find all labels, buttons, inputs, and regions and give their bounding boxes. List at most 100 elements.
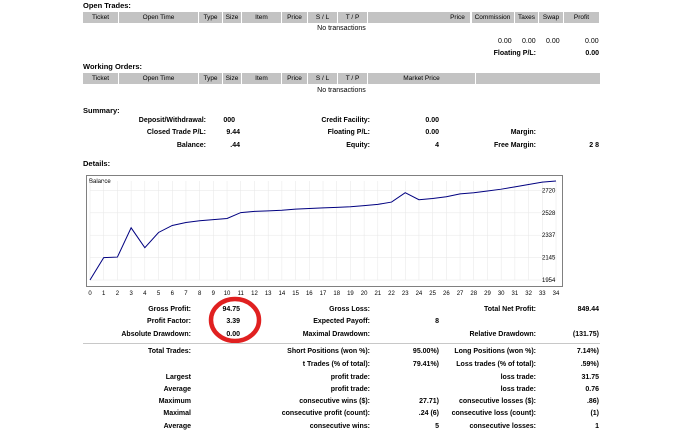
chart-frame — [86, 175, 563, 287]
col-price: Price — [282, 12, 308, 23]
y-tick-label: 1954 — [542, 278, 556, 284]
balance-chart: Balance 0 1 2 3 4 5 6 7 8 9 10 11 12 13 14 15 16 17 18 19 20… — [86, 175, 563, 297]
loss-trades-value: .59%) — [580, 361, 599, 368]
col-ticket: Ticket — [83, 12, 119, 23]
x-tick-label: 14 — [279, 291, 286, 297]
wo-col-market-price: Market Price — [368, 73, 476, 84]
credit-value: 0.00 — [425, 117, 439, 124]
x-tick-label: 4 — [143, 291, 147, 297]
equity-value: 4 — [435, 142, 439, 149]
max-cons-wins-label: consecutive wins ($): — [299, 398, 370, 405]
col-open-time: Open Time — [119, 12, 199, 23]
average-loss-label: loss trade: — [500, 386, 536, 393]
rel-drawdown-label: Relative Drawdown: — [469, 331, 536, 338]
x-tick-label: 13 — [265, 291, 272, 297]
open-trades-title: Open Trades: — [83, 1, 131, 10]
y-tick-label: 2528 — [542, 211, 556, 217]
profit-trades-label: t Trades (% of total): — [302, 361, 370, 368]
maximum-label: Maximum — [158, 398, 191, 405]
maximal-loss-value: (1) — [590, 410, 599, 417]
gross-loss-label: Gross Loss: — [329, 306, 370, 313]
gross-profit-label: Gross Profit: — [148, 306, 191, 313]
col-item: Item — [242, 12, 282, 23]
col-taxes: Taxes — [515, 12, 539, 23]
x-tick-label: 31 — [512, 291, 519, 297]
working-orders-title: Working Orders: — [83, 62, 143, 71]
col-profit: Profit — [564, 12, 600, 23]
x-tick-label: 16 — [306, 291, 313, 297]
largest-profit-label: profit trade: — [330, 374, 370, 381]
x-tick-label: 2 — [116, 291, 120, 297]
x-tick-label: 34 — [553, 291, 560, 297]
x-tick-label: 29 — [484, 291, 491, 297]
x-tick-label: 28 — [470, 291, 477, 297]
x-tick-label: 17 — [320, 291, 327, 297]
largest-loss-label: loss trade: — [500, 374, 536, 381]
col-size: Size — [223, 12, 242, 23]
col-swap: Swap — [539, 12, 564, 23]
balance-value: .44 — [230, 142, 240, 149]
x-tick-label: 3 — [129, 291, 133, 297]
x-tick-label: 33 — [539, 291, 546, 297]
col-type: Type — [199, 12, 223, 23]
maximal-profit-label: consecutive profit (count): — [281, 410, 370, 417]
maximal-label: Maximal — [163, 410, 191, 417]
stats-divider — [83, 343, 600, 344]
working-orders-header: Ticket Open Time Type Size Item Price S … — [83, 73, 600, 84]
open-trades-header: Ticket Open Time Type Size Item Price S … — [83, 12, 600, 23]
max-cons-losses-value: .86) — [586, 398, 599, 405]
profit-trades-value: 79.41%) — [412, 361, 439, 368]
x-tick-label: 6 — [171, 291, 175, 297]
largest-label: Largest — [165, 374, 191, 381]
profit-factor-value: 3.39 — [226, 318, 240, 325]
x-tick-label: 5 — [157, 291, 161, 297]
maximal-profit-value: .24 (6) — [418, 410, 439, 417]
balance-label: Balance: — [176, 142, 206, 149]
wo-col-price: Price — [282, 73, 308, 84]
max-cons-losses-label: consecutive losses ($): — [458, 398, 536, 405]
margin-label: Margin: — [510, 129, 536, 136]
loss-trades-label: Loss trades (% of total): — [456, 361, 536, 368]
total-commission: 0.00 — [498, 38, 512, 45]
col-tp: T / P — [338, 12, 368, 23]
chart-title: Balance — [89, 179, 111, 185]
average2-label: Average — [163, 423, 191, 430]
wo-col-item: Item — [242, 73, 282, 84]
open-floating-label: Floating P/L: — [493, 50, 536, 57]
x-tick-label: 8 — [198, 291, 202, 297]
closed-pl-label: Closed Trade P/L: — [146, 129, 206, 136]
col-sl: S / L — [308, 12, 338, 23]
x-tick-label: 25 — [429, 291, 436, 297]
closed-pl-value: 9.44 — [226, 129, 240, 136]
wo-col-ticket: Ticket — [83, 73, 119, 84]
equity-label: Equity: — [346, 142, 370, 149]
x-tick-label: 26 — [443, 291, 450, 297]
x-tick-label: 22 — [388, 291, 395, 297]
avg-cons-losses-value: 1 — [595, 423, 599, 430]
wo-col-type: Type — [199, 73, 223, 84]
avg-cons-wins-value: 5 — [435, 423, 439, 430]
average-profit-label: profit trade: — [330, 386, 370, 393]
profit-factor-label: Profit Factor: — [147, 318, 191, 325]
total-net-label: Total Net Profit: — [484, 306, 536, 313]
x-tick-label: 18 — [333, 291, 340, 297]
avg-cons-losses-label: consecutive losses: — [469, 423, 536, 430]
wo-col-open-time: Open Time — [119, 73, 199, 84]
details-title: Details: — [83, 159, 111, 168]
max-drawdown-label: Maximal Drawdown: — [302, 331, 370, 338]
x-tick-label: 24 — [416, 291, 423, 297]
x-tick-label: 32 — [525, 291, 532, 297]
x-tick-label: 30 — [498, 291, 505, 297]
y-tick-label: 2145 — [542, 256, 556, 262]
maximal-loss-label: consecutive loss (count): — [451, 410, 536, 417]
rel-drawdown-value: (131.75) — [572, 331, 599, 338]
gross-profit-value: 94.75 — [222, 306, 240, 313]
summary-title: Summary: — [83, 106, 120, 115]
free-margin-label: Free Margin: — [493, 142, 536, 149]
credit-label: Credit Facility: — [321, 117, 370, 124]
total-swap: 0.00 — [546, 38, 560, 45]
y-tick-label: 2720 — [542, 188, 556, 194]
x-tick-label: 27 — [457, 291, 464, 297]
total-net-value: 849.44 — [577, 306, 599, 313]
x-tick-label: 0 — [88, 291, 92, 297]
